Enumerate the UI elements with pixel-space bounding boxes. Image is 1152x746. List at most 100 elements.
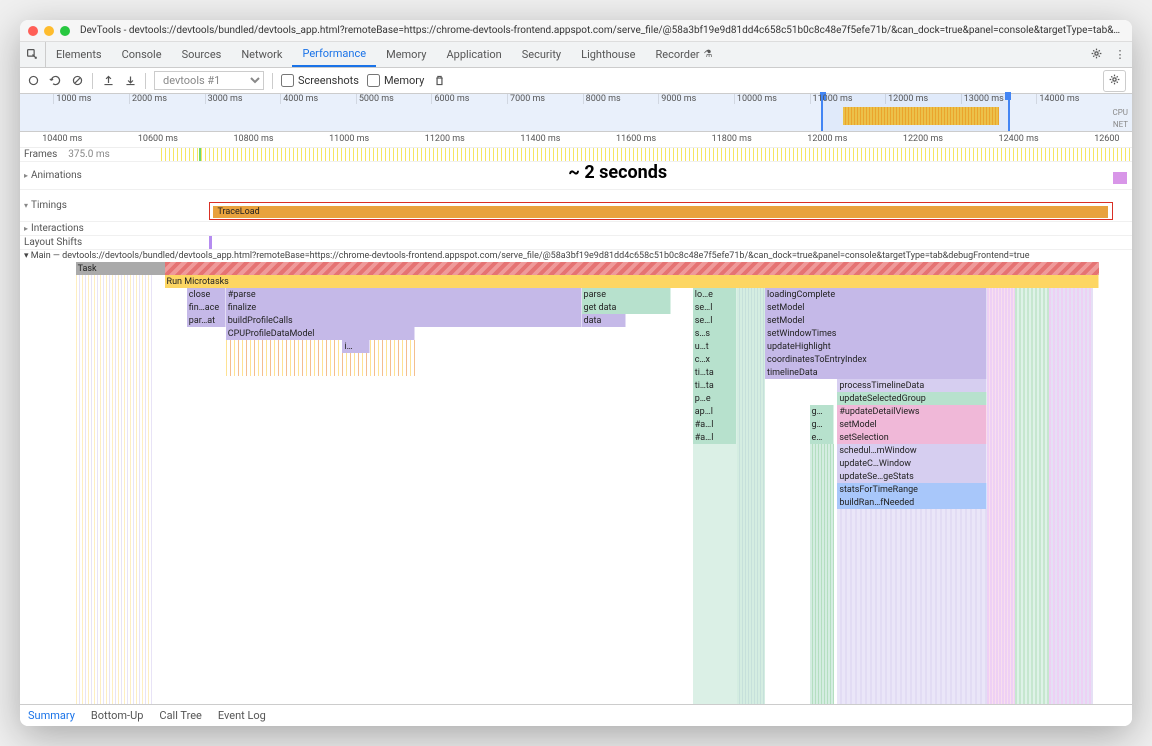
flame-span[interactable]: updateSelectedGroup (837, 392, 987, 405)
flame-span[interactable]: ti…ta (693, 379, 737, 392)
frames-track[interactable]: Frames 375.0 ms (20, 148, 1132, 162)
tab-performance[interactable]: Performance (292, 42, 376, 67)
timings-track[interactable]: Timings TraceLoad (20, 190, 1132, 222)
flame-span[interactable]: data (582, 314, 626, 327)
overview-tick: 10000 ms (734, 94, 777, 104)
record-icon[interactable] (26, 74, 40, 88)
animations-track[interactable]: Animations ~ 2 seconds (20, 162, 1132, 190)
ruler-tick: 11600 ms (616, 134, 656, 144)
overview-tick: 12000 ms (885, 94, 928, 104)
tab-security[interactable]: Security (512, 42, 571, 67)
overview-tick: 4000 ms (280, 94, 318, 104)
flame-span[interactable]: ap…l (693, 405, 737, 418)
flame-span[interactable]: updateHighlight (765, 340, 987, 353)
flame-span[interactable]: finalize (226, 301, 582, 314)
flame-span[interactable]: s…s (693, 327, 737, 340)
flame-span[interactable]: buildProfileCalls (226, 314, 582, 327)
ruler-tick: 11400 ms (520, 134, 560, 144)
flame-span[interactable]: setSelection (837, 431, 987, 444)
flame-span[interactable]: g… (810, 405, 834, 418)
flame-span[interactable]: processTimelineData (837, 379, 987, 392)
zoom-window-icon[interactable] (60, 26, 70, 36)
interactions-track[interactable]: Interactions (20, 222, 1132, 236)
flame-span[interactable]: i… (342, 340, 370, 353)
flame-span[interactable]: se…l (693, 301, 737, 314)
ruler-tick: 12400 ms (999, 134, 1039, 144)
tab-application[interactable]: Application (436, 42, 511, 67)
flame-span[interactable]: close (187, 288, 226, 301)
inspect-element-icon[interactable] (20, 42, 46, 67)
flame-span[interactable]: loadingComplete (765, 288, 987, 301)
flame-span[interactable]: p…e (693, 392, 737, 405)
layout-shifts-track[interactable]: Layout Shifts (20, 236, 1132, 250)
clear-icon[interactable] (70, 74, 84, 88)
tab-sources[interactable]: Sources (172, 42, 232, 67)
flame-span[interactable]: #updateDetailViews (837, 405, 987, 418)
details-tab-summary[interactable]: Summary (28, 709, 75, 722)
tab-memory[interactable]: Memory (376, 42, 436, 67)
flame-span[interactable]: schedul…mWindow (837, 444, 987, 457)
ruler-tick: 12000 ms (807, 134, 847, 144)
flame-span[interactable]: timelineData (765, 366, 987, 379)
flame-span[interactable]: ti…ta (693, 366, 737, 379)
garbage-collect-icon[interactable] (432, 74, 446, 88)
load-profile-icon[interactable] (101, 74, 115, 88)
main-thread-label[interactable]: ▾ Main — devtools://devtools/bundled/dev… (20, 250, 1132, 262)
tab-recorder[interactable]: Recorder (645, 42, 722, 67)
flame-span[interactable]: setModel (837, 418, 987, 431)
overview-tick: 5000 ms (356, 94, 394, 104)
settings-icon[interactable] (1084, 47, 1108, 63)
flame-span[interactable]: setModel (765, 301, 987, 314)
flame-microtasks[interactable]: Run Microtasks (165, 275, 1099, 288)
flame-span[interactable]: lo…e (693, 288, 737, 301)
memory-checkbox[interactable]: Memory (367, 74, 424, 87)
flame-span[interactable]: par…at (187, 314, 226, 327)
tabs-row: ElementsConsoleSourcesNetworkPerformance… (46, 42, 723, 67)
reload-icon[interactable] (48, 74, 62, 88)
flame-span[interactable]: CPUProfileDataModel (226, 327, 415, 340)
devtools-window: DevTools - devtools://devtools/bundled/d… (20, 20, 1132, 726)
flame-span[interactable]: #a…l (693, 431, 737, 444)
flame-span[interactable]: e… (810, 431, 834, 444)
tab-network[interactable]: Network (231, 42, 292, 67)
flame-span[interactable]: buildRan…fNeeded (837, 496, 987, 509)
details-tab-call-tree[interactable]: Call Tree (159, 709, 201, 722)
screenshots-checkbox[interactable]: Screenshots (281, 74, 359, 87)
minimize-window-icon[interactable] (44, 26, 54, 36)
tab-lighthouse[interactable]: Lighthouse (571, 42, 645, 67)
window-title: DevTools - devtools://devtools/bundled/d… (80, 25, 1124, 36)
flame-span[interactable]: setModel (765, 314, 987, 327)
overview-tick: 13000 ms (961, 94, 1004, 104)
device-select[interactable]: devtools #1 (154, 71, 264, 90)
flame-span[interactable]: #parse (226, 288, 582, 301)
flame-span[interactable]: get data (582, 301, 671, 314)
flame-span[interactable]: g… (810, 418, 834, 431)
timeline-ruler: 10400 ms10600 ms10800 ms11000 ms11200 ms… (20, 132, 1132, 148)
kebab-menu-icon[interactable]: ⋮ (1108, 48, 1132, 61)
ruler-tick: 11800 ms (712, 134, 752, 144)
capture-settings-icon[interactable] (1103, 70, 1126, 92)
flame-span[interactable]: coordinatesToEntryIndex (765, 353, 987, 366)
details-tab-event-log[interactable]: Event Log (218, 709, 266, 722)
panel-tabs: ElementsConsoleSourcesNetworkPerformance… (20, 42, 1132, 68)
flame-span[interactable]: setWindowTimes (765, 327, 987, 340)
tab-console[interactable]: Console (112, 42, 172, 67)
flame-span[interactable]: updateSe…geStats (837, 470, 987, 483)
flame-span[interactable]: statsForTimeRange (837, 483, 987, 496)
details-tab-bottom-up[interactable]: Bottom-Up (91, 709, 144, 722)
tab-elements[interactable]: Elements (46, 42, 112, 67)
flame-span[interactable]: u…t (693, 340, 737, 353)
flame-span[interactable]: fin…ace (187, 301, 226, 314)
flame-span[interactable]: #a…l (693, 418, 737, 431)
titlebar: DevTools - devtools://devtools/bundled/d… (20, 20, 1132, 42)
flame-span[interactable]: se…l (693, 314, 737, 327)
overview-tick: 8000 ms (583, 94, 621, 104)
flame-span[interactable]: c…x (693, 353, 737, 366)
flame-chart[interactable]: Task Run Microtasks closefin…acepar…at#p… (20, 262, 1132, 704)
save-profile-icon[interactable] (123, 74, 137, 88)
traceload-span[interactable]: TraceLoad (213, 206, 1107, 218)
timeline-overview[interactable]: CPU NET 1000 ms2000 ms3000 ms4000 ms5000… (20, 94, 1132, 132)
flame-span[interactable]: parse (582, 288, 671, 301)
close-window-icon[interactable] (28, 26, 38, 36)
flame-span[interactable]: updateC…Window (837, 457, 987, 470)
